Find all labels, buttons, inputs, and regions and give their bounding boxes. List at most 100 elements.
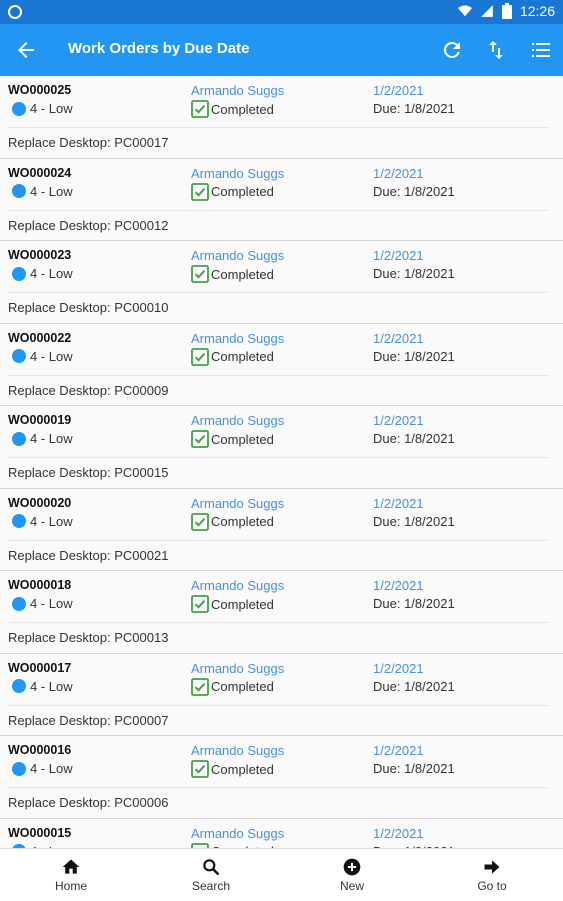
priority-dot-icon xyxy=(12,596,26,611)
work-order-description: Replace Desktop: PC00017 xyxy=(8,135,169,150)
assignee-link[interactable]: Armando Suggs xyxy=(191,248,284,263)
created-date-link[interactable]: 1/2/2021 xyxy=(373,331,424,346)
created-date-link[interactable]: 1/2/2021 xyxy=(373,826,424,841)
work-order-row[interactable]: WO000015 4 - Low Armando Suggs Completed… xyxy=(0,818,563,848)
sort-icon[interactable] xyxy=(484,38,508,62)
assignee-link[interactable]: Armando Suggs xyxy=(191,413,284,428)
priority: 4 - Low xyxy=(12,266,73,281)
status: Completed xyxy=(191,760,274,778)
status: Completed xyxy=(191,595,274,613)
checkbox-checked-icon xyxy=(191,595,209,613)
created-date-link[interactable]: 1/2/2021 xyxy=(373,661,424,676)
assignee-link[interactable]: Armando Suggs xyxy=(191,331,284,346)
work-order-list[interactable]: WO000025 4 - Low Armando Suggs Completed… xyxy=(0,76,563,848)
nav-goto[interactable]: Go to xyxy=(452,849,532,901)
priority-label: 4 - Low xyxy=(30,513,73,529)
assignee-link[interactable]: Armando Suggs xyxy=(191,578,284,593)
due-date: Due: 1/8/2021 xyxy=(373,761,455,776)
status-time: 12:26 xyxy=(519,3,555,19)
assignee-link[interactable]: Armando Suggs xyxy=(191,743,284,758)
divider xyxy=(8,457,548,458)
status-label: Completed xyxy=(211,679,274,694)
priority: 4 - Low xyxy=(12,679,73,694)
priority-label: 4 - Low xyxy=(30,678,73,694)
list-view-icon[interactable] xyxy=(529,38,553,62)
assignee-link[interactable]: Armando Suggs xyxy=(191,83,284,98)
wifi-icon xyxy=(457,5,472,17)
created-date-link[interactable]: 1/2/2021 xyxy=(373,83,424,98)
page-title: Work Orders by Due Date xyxy=(68,40,250,57)
bottom-nav: Home Search New Go to xyxy=(0,848,563,900)
home-icon xyxy=(62,859,80,874)
created-date-link[interactable]: 1/2/2021 xyxy=(373,578,424,593)
due-date: Due: 1/8/2021 xyxy=(373,183,455,199)
created-date-link[interactable]: 1/2/2021 xyxy=(373,413,424,428)
nav-home[interactable]: Home xyxy=(31,849,111,901)
priority: 4 - Low xyxy=(12,431,73,446)
priority-label: 4 - Low xyxy=(30,266,73,281)
priority-label: 4 - Low xyxy=(30,596,73,611)
work-order-id: WO000022 xyxy=(8,330,72,345)
status: Completed xyxy=(191,100,274,118)
priority: 4 - Low xyxy=(12,514,73,529)
priority-dot-icon xyxy=(12,101,26,116)
status: Completed xyxy=(191,677,274,696)
created-date-link[interactable]: 1/2/2021 xyxy=(373,496,424,511)
checkbox-checked-icon xyxy=(191,265,209,283)
due-date: Due: 1/8/2021 xyxy=(373,678,455,694)
divider xyxy=(8,539,548,541)
back-arrow-icon[interactable] xyxy=(14,38,38,62)
checkbox-checked-icon xyxy=(191,100,209,118)
search-icon xyxy=(203,859,220,876)
work-order-id: WO000019 xyxy=(8,413,72,427)
priority-label: 4 - Low xyxy=(30,431,73,446)
status-label: Completed xyxy=(211,514,274,529)
work-order-row[interactable]: WO000017 4 - Low Armando Suggs Completed… xyxy=(0,653,563,736)
checkbox-checked-icon xyxy=(191,760,209,778)
status-bar: 12:26 xyxy=(0,0,563,24)
work-order-description: Replace Desktop: PC00013 xyxy=(8,630,169,645)
assignee-link[interactable]: Armando Suggs xyxy=(191,166,284,181)
work-order-id: WO000017 xyxy=(8,660,72,675)
nav-new-label: New xyxy=(339,879,364,893)
due-date: Due: 1/8/2021 xyxy=(373,348,455,364)
status: Completed xyxy=(191,512,274,531)
created-date-link[interactable]: 1/2/2021 xyxy=(373,166,424,181)
work-order-row[interactable]: WO000023 4 - Low Armando Suggs Completed… xyxy=(0,241,563,324)
refresh-icon[interactable] xyxy=(440,38,464,62)
priority: 4 - Low xyxy=(12,184,73,199)
work-order-row[interactable]: WO000024 4 - Low Armando Suggs Completed… xyxy=(0,158,563,241)
priority-dot-icon xyxy=(12,514,26,528)
work-order-row[interactable]: WO000025 4 - Low Armando Suggs Completed… xyxy=(0,76,563,159)
work-order-row[interactable]: WO000019 4 - Low Armando Suggs Completed… xyxy=(0,406,563,489)
status-label: Completed xyxy=(211,596,274,612)
priority-label: 4 - Low xyxy=(30,348,73,364)
priority: 4 - Low xyxy=(12,101,73,116)
due-date: Due: 1/8/2021 xyxy=(373,101,455,116)
assignee-link[interactable]: Armando Suggs xyxy=(191,496,284,511)
nav-search[interactable]: Search xyxy=(171,849,251,901)
work-order-row[interactable]: WO000022 4 - Low Armando Suggs Completed… xyxy=(0,323,563,406)
priority-label: 4 - Low xyxy=(30,761,73,776)
assignee-link[interactable]: Armando Suggs xyxy=(191,661,284,676)
work-order-row[interactable]: WO000018 4 - Low Armando Suggs Completed… xyxy=(0,571,563,654)
work-order-id: WO000020 xyxy=(8,495,72,510)
divider xyxy=(8,622,548,623)
work-order-id: WO000018 xyxy=(8,578,72,592)
nav-new[interactable]: New xyxy=(312,849,392,901)
checkbox-checked-icon xyxy=(191,182,209,201)
work-order-id: WO000024 xyxy=(8,165,72,180)
created-date-link[interactable]: 1/2/2021 xyxy=(373,248,424,263)
status-label: Completed xyxy=(211,184,274,199)
status-label: Completed xyxy=(211,101,274,117)
created-date-link[interactable]: 1/2/2021 xyxy=(373,743,424,758)
work-order-row[interactable]: WO000016 4 - Low Armando Suggs Completed… xyxy=(0,736,563,819)
status-label: Completed xyxy=(211,431,274,447)
work-order-row[interactable]: WO000020 4 - Low Armando Suggs Completed… xyxy=(0,488,563,571)
divider xyxy=(8,209,548,211)
divider xyxy=(8,292,548,293)
assignee-link[interactable]: Armando Suggs xyxy=(191,826,284,841)
work-order-id: WO000025 xyxy=(8,83,72,97)
due-date: Due: 1/8/2021 xyxy=(373,431,455,446)
priority-dot-icon xyxy=(12,349,26,363)
